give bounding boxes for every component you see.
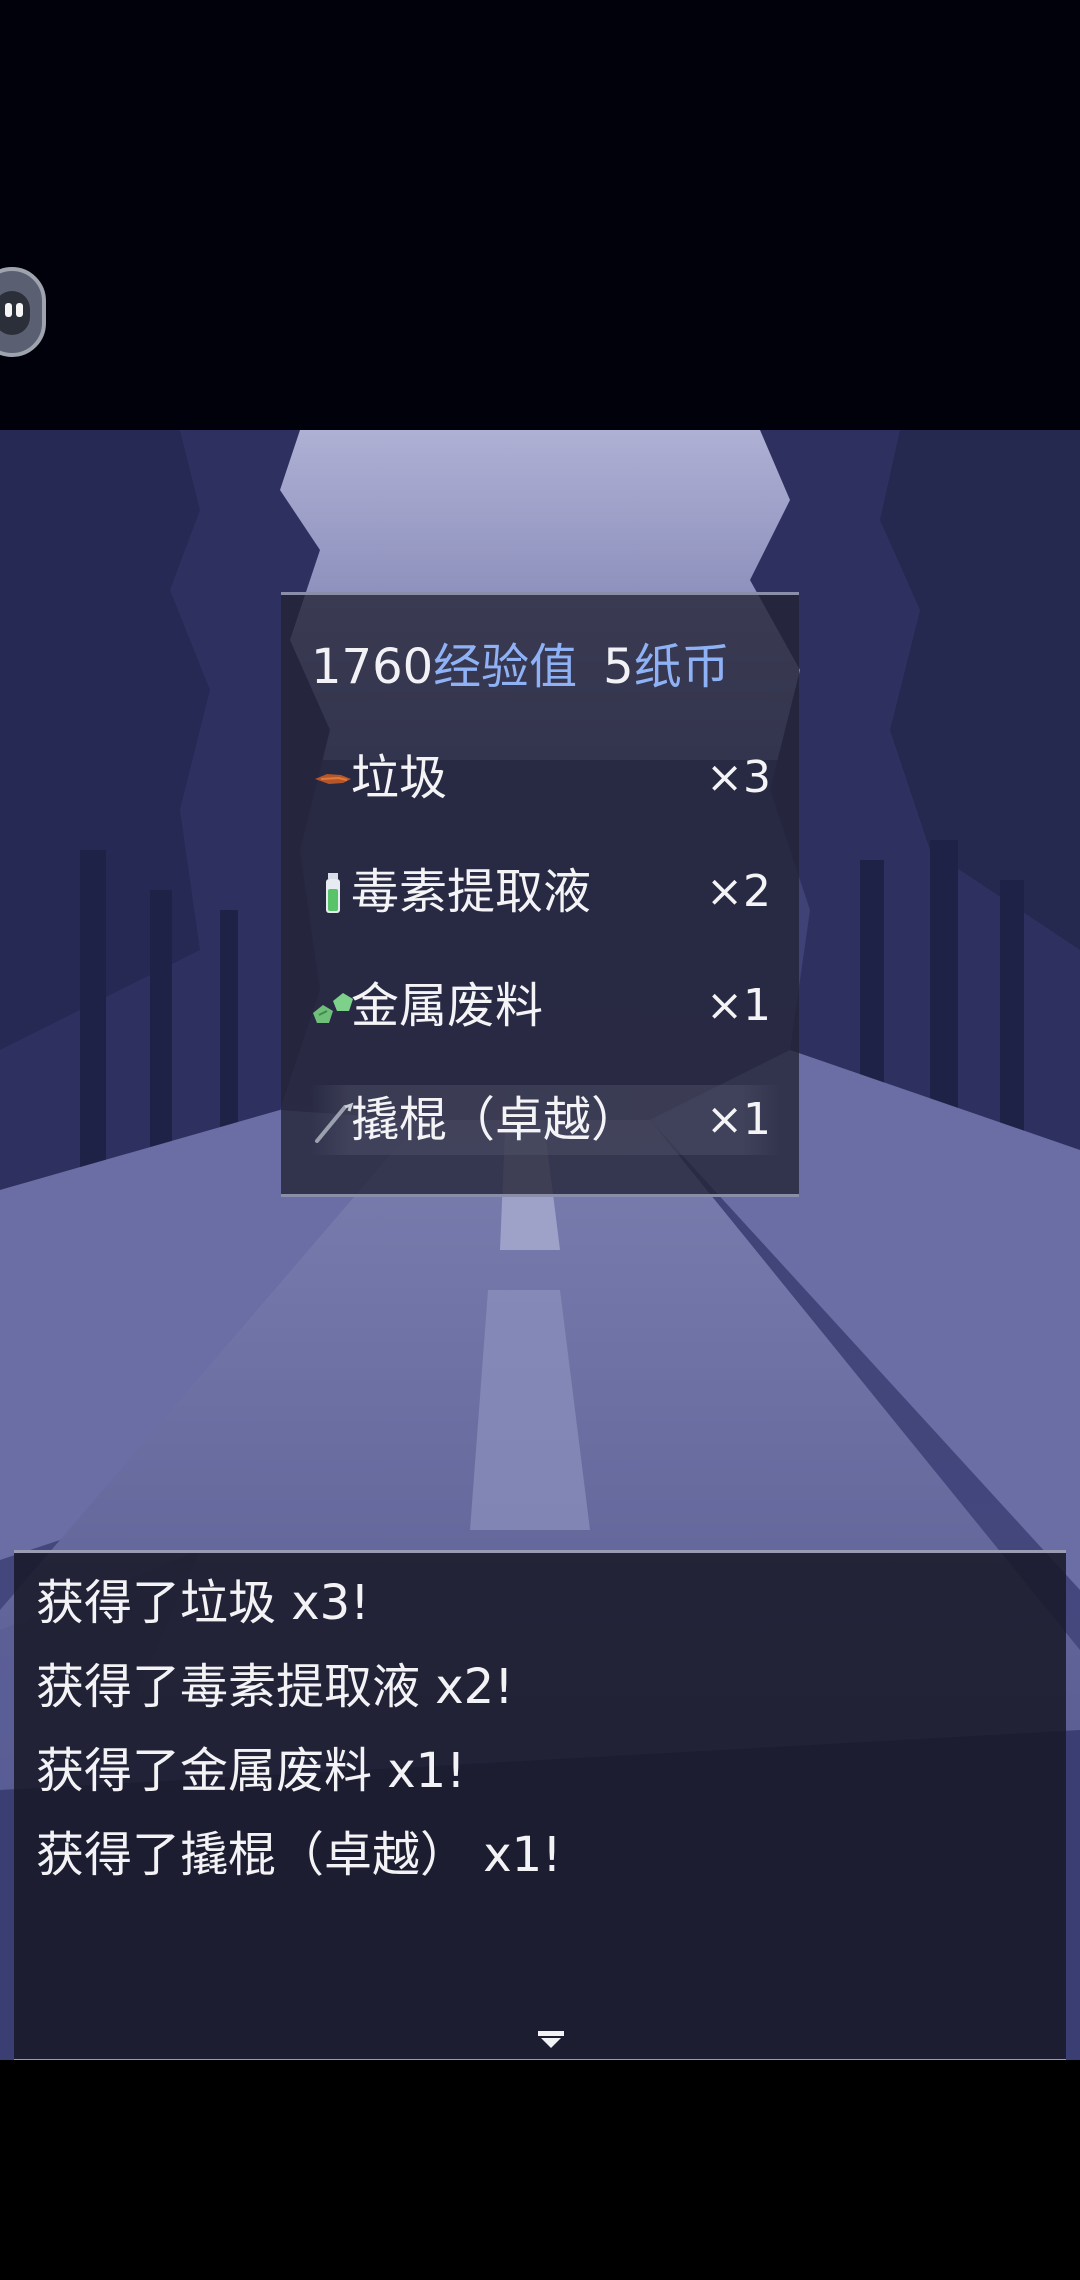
message-line: 获得了金属废料 x1! <box>36 1743 466 1799</box>
vial-icon <box>326 873 340 913</box>
reward-item-row-selected: 撬棍（卓越） ×1 <box>311 1085 781 1155</box>
message-window[interactable]: 获得了垃圾 x3! 获得了毒素提取液 x2! 获得了金属废料 x1! 获得了撬棍… <box>14 1550 1066 2062</box>
bottom-letterbox <box>0 2060 1080 2280</box>
reward-item-name: 金属废料 <box>351 978 544 1034</box>
reward-summary: 1760经验值 5纸币 <box>311 637 730 697</box>
reward-window: 1760经验值 5纸币 垃圾 ×3 毒素提取液 ×2 金属废料 ×1 撬棍（卓越… <box>281 592 799 1197</box>
reward-item-qty: ×1 <box>706 980 771 1031</box>
reward-item-qty: ×3 <box>706 752 771 803</box>
reward-item-row: 金属废料 ×1 <box>311 971 781 1041</box>
reward-item-name: 撬棍（卓越） <box>351 1092 640 1148</box>
message-line: 获得了垃圾 x3! <box>36 1575 370 1631</box>
floating-assistant-icon[interactable] <box>0 267 46 357</box>
reward-item-name: 垃圾 <box>351 750 448 806</box>
continue-arrow-icon[interactable] <box>538 2031 564 2049</box>
reward-item-qty: ×2 <box>706 866 771 917</box>
message-line: 获得了毒素提取液 x2! <box>36 1659 514 1715</box>
scrap-icon <box>313 993 353 1023</box>
message-line: 获得了撬棍（卓越） x1! <box>36 1827 562 1883</box>
top-letterbox <box>0 0 1080 430</box>
trash-icon <box>315 774 351 784</box>
reward-item-name: 毒素提取液 <box>351 864 592 920</box>
exp-amount: 1760 <box>311 639 434 695</box>
reward-item-qty: ×1 <box>706 1094 771 1145</box>
exp-label: 经验值 <box>433 639 578 695</box>
reward-item-row: 垃圾 ×3 <box>311 743 781 813</box>
money-amount: 5 <box>603 639 634 695</box>
money-label: 纸币 <box>633 639 730 695</box>
reward-item-row: 毒素提取液 ×2 <box>311 857 781 927</box>
game-screen: 1760经验值 5纸币 垃圾 ×3 毒素提取液 ×2 金属废料 ×1 撬棍（卓越… <box>0 0 1080 2280</box>
crowbar-icon <box>315 1102 354 1143</box>
